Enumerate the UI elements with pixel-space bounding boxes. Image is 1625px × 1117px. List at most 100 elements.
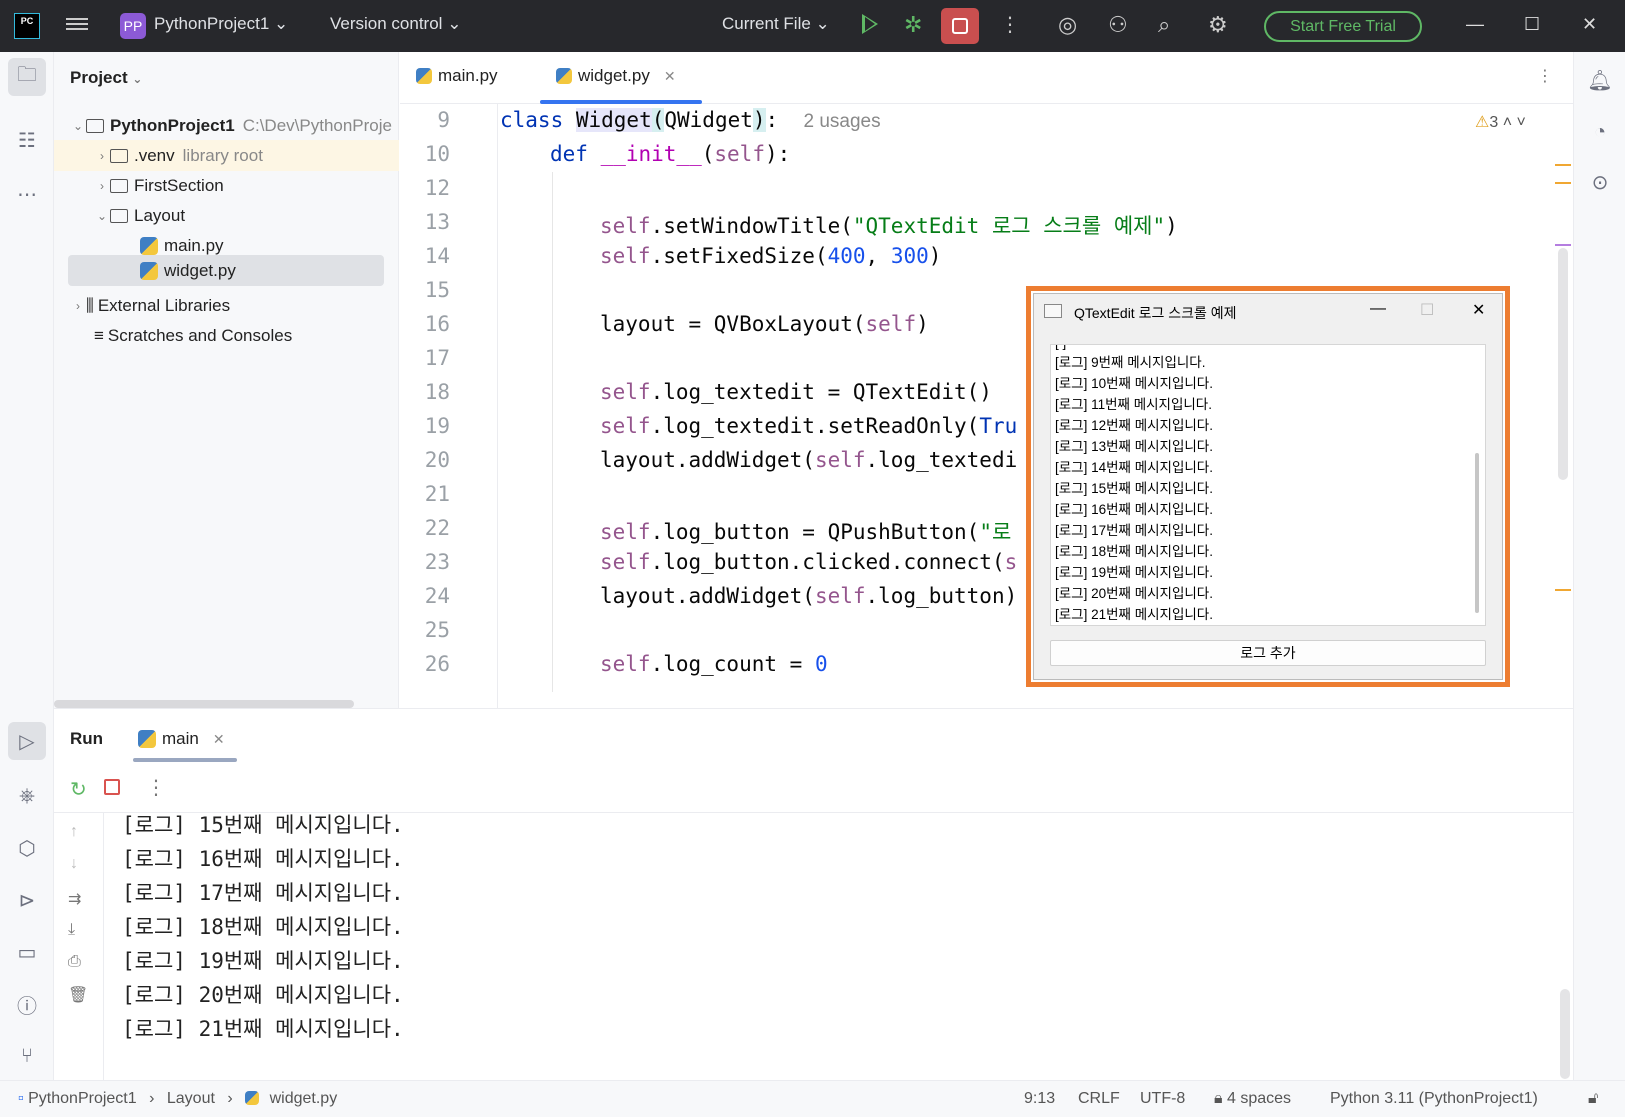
tree-item-firstsection[interactable]: › FirstSection: [54, 170, 399, 201]
inspection-widget[interactable]: ⚠3 ˄ ˅: [1475, 112, 1526, 132]
main-menu-icon[interactable]: [66, 15, 88, 35]
soft-wrap-icon[interactable]: ⇉: [68, 889, 81, 909]
python-packages-icon[interactable]: ⎈: [13, 782, 41, 810]
horizontal-scrollbar[interactable]: [54, 700, 354, 708]
code-token: self: [600, 380, 651, 404]
ai-assistant-icon[interactable]: ◎: [1058, 12, 1077, 38]
status-bar: ▫ PythonProject1 › Layout › widget.py 9:…: [0, 1080, 1625, 1117]
stop-button[interactable]: [941, 8, 979, 44]
scroll-to-end-icon[interactable]: ⤓: [68, 921, 75, 939]
breadcrumb: ▫ PythonProject1 › Layout › widget.py: [18, 1090, 337, 1108]
project-selector[interactable]: PythonProject1 ⌄: [154, 14, 288, 34]
tree-item-layout[interactable]: ⌄ Layout: [54, 200, 399, 231]
rerun-icon[interactable]: ↻: [70, 777, 87, 802]
code-line-10[interactable]: def __init__(self):: [550, 142, 790, 166]
line-separator[interactable]: CRLF: [1078, 1090, 1120, 1108]
run-tool-icon[interactable]: ▷: [8, 722, 46, 760]
right-tool-strip: 🔔︎ ◔ ⊙: [1573, 52, 1625, 1080]
more-tools-icon[interactable]: ⋯: [13, 180, 41, 208]
editor-tab-more-icon[interactable]: ⋮: [1537, 66, 1553, 86]
run-icon[interactable]: [862, 14, 878, 34]
breadcrumb-file[interactable]: widget.py: [270, 1090, 338, 1107]
terminal-icon[interactable]: ▭: [13, 938, 41, 966]
search-icon[interactable]: ⌕: [1158, 12, 1170, 38]
maximize-icon[interactable]: ☐: [1524, 14, 1540, 35]
run-tab-label: main: [162, 729, 199, 748]
ai-target-icon[interactable]: ⊙: [1586, 168, 1614, 196]
close-tab-icon[interactable]: ✕: [664, 68, 676, 85]
indent-setting[interactable]: 🔒︎ 4 spaces: [1214, 1090, 1291, 1108]
close-tab-icon[interactable]: ✕: [213, 731, 225, 748]
code-line-18[interactable]: self.log_textedit = QTextEdit(): [600, 380, 992, 404]
add-log-button[interactable]: 로그 추가: [1050, 640, 1486, 666]
tree-item-external-libraries[interactable]: › ⫼ External Libraries: [54, 290, 399, 321]
debug-run-icon[interactable]: ⊳: [13, 886, 41, 914]
project-badge[interactable]: PP: [120, 13, 146, 39]
line-number-gutter: 9 10 12 13 14 15 16 17 18 19 20 21 22 23…: [400, 104, 498, 708]
minimize-icon[interactable]: —: [1466, 14, 1484, 35]
editor-scrollbar[interactable]: [1558, 248, 1568, 480]
services-icon[interactable]: ⬡: [13, 834, 41, 862]
code-token: __init__: [600, 142, 702, 166]
close-icon[interactable]: ✕: [1582, 14, 1597, 35]
line-number: 26: [424, 652, 450, 676]
tree-item-widget-py[interactable]: widget.py: [68, 255, 384, 286]
debug-bug-icon[interactable]: ✲: [904, 12, 922, 38]
code-line-20[interactable]: layout.addWidget(self.log_textedi: [600, 448, 1017, 472]
readonly-toggle-icon[interactable]: 🔓︎: [1588, 1090, 1598, 1108]
problems-icon[interactable]: ⓘ: [13, 990, 41, 1018]
file-encoding[interactable]: UTF-8: [1140, 1090, 1185, 1108]
print-icon[interactable]: ⎙: [68, 953, 81, 971]
warning-count: 3: [1489, 114, 1499, 131]
project-folder-icon[interactable]: 🗀: [8, 58, 46, 96]
code-line-14[interactable]: self.setFixedSize(400, 300): [600, 244, 941, 268]
settings-gear-icon[interactable]: ⚙: [1208, 12, 1228, 38]
project-panel-header[interactable]: Project ⌄: [70, 68, 142, 88]
qt-minimize-icon[interactable]: —: [1370, 300, 1386, 318]
ai-chat-icon[interactable]: ◔: [1586, 118, 1614, 146]
python-file-icon: [416, 68, 432, 84]
code-line-24[interactable]: layout.addWidget(self.log_button): [600, 584, 1017, 608]
git-branch-icon[interactable]: ⑂: [13, 1042, 41, 1070]
usages-hint[interactable]: 2 usages: [804, 111, 881, 132]
log-scrollbar[interactable]: [1475, 453, 1479, 613]
stop-icon[interactable]: [104, 779, 120, 795]
run-tab-main[interactable]: main ✕: [138, 729, 225, 749]
version-control-menu[interactable]: Version control ⌄: [330, 14, 461, 34]
code-line-22[interactable]: self.log_button = QPushButton("로: [600, 516, 1011, 546]
code-line-9[interactable]: class Widget(QWidget): 2 usages: [500, 108, 881, 133]
notifications-bell-icon[interactable]: 🔔︎: [1586, 66, 1614, 94]
code-line-13[interactable]: self.setWindowTitle("QTextEdit 로그 스크롤 예제…: [600, 210, 1178, 240]
breadcrumb-project[interactable]: PythonProject1: [28, 1090, 137, 1107]
code-line-19[interactable]: self.log_textedit.setReadOnly(Tru: [600, 414, 1017, 438]
qt-close-icon[interactable]: ✕: [1472, 300, 1485, 320]
console-output-line: [로그] 18번째 메시지입니다.: [122, 915, 404, 939]
log-textedit[interactable]: [ ] [로그] 9번째 메시지입니다. [로그] 10번째 메시지입니다. […: [1050, 344, 1486, 626]
code-line-23[interactable]: self.log_button.clicked.connect(s: [600, 550, 1017, 574]
more-actions-icon[interactable]: ⋮: [1000, 12, 1020, 37]
tree-item-scratches[interactable]: ≡ Scratches and Consoles: [54, 320, 399, 351]
console-output-line: [로그] 15번째 메시지입니다.: [122, 813, 404, 837]
chevron-up-icon[interactable]: ˄: [1503, 114, 1512, 131]
code-line-26[interactable]: self.log_count = 0: [600, 652, 828, 676]
start-free-trial-button[interactable]: Start Free Trial: [1264, 11, 1422, 42]
python-interpreter[interactable]: Python 3.11 (PythonProject1): [1330, 1090, 1538, 1108]
run-config-selector[interactable]: Current File ⌄: [722, 14, 830, 34]
chevron-down-icon[interactable]: ˅: [1517, 114, 1526, 131]
scroll-up-icon[interactable]: ↑: [70, 823, 78, 841]
console-scrollbar[interactable]: [1560, 989, 1570, 1079]
code-token: ): [916, 312, 929, 336]
trash-icon[interactable]: 🗑︎: [68, 985, 88, 1005]
tree-item-project-root[interactable]: ⌄ PythonProject1 C:\Dev\PythonProje: [54, 110, 399, 141]
add-user-icon[interactable]: ⚇: [1108, 12, 1128, 38]
structure-icon[interactable]: ☷: [13, 126, 41, 154]
caret-position[interactable]: 9:13: [1024, 1090, 1055, 1108]
tab-main-py[interactable]: main.py: [416, 66, 498, 86]
more-actions-icon[interactable]: ⋮: [146, 775, 166, 800]
breadcrumb-folder[interactable]: Layout: [167, 1090, 215, 1107]
code-token: 0: [814, 652, 828, 676]
tab-widget-py[interactable]: widget.py ✕: [556, 66, 676, 86]
tree-item-venv[interactable]: › .venv library root: [54, 140, 399, 171]
scroll-down-icon[interactable]: ↓: [70, 855, 78, 873]
code-line-16[interactable]: layout = QVBoxLayout(self): [600, 312, 929, 336]
